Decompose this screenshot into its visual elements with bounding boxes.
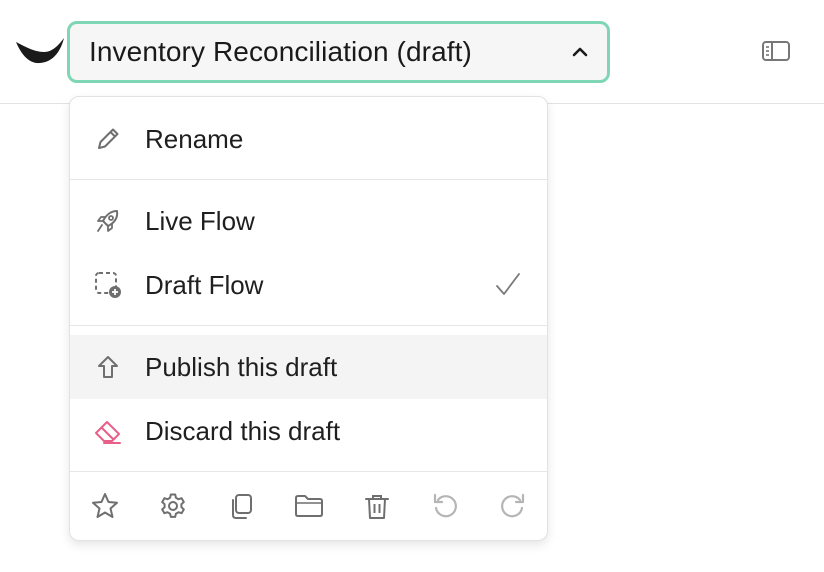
flow-title-dropdown[interactable]: Inventory Reconciliation (draft) [67,21,610,83]
menu-item-draft-flow[interactable]: Draft Flow [70,253,547,317]
menu-item-label: Discard this draft [145,415,341,446]
menu-toolbar [70,472,547,540]
undo-icon [433,493,457,518]
menu-item-label: Publish this draft [145,351,338,382]
move-to-folder-button[interactable] [289,486,329,526]
menu-item-discard-draft[interactable]: Discard this draft [70,399,547,463]
redo-icon [501,493,525,518]
copy-icon [232,494,252,519]
arrow-up-icon [92,351,124,383]
trash-icon [365,495,389,519]
menu-item-label: Live Flow [145,205,255,236]
menu-divider [70,325,547,326]
draft-add-icon [92,269,124,301]
menu-item-label: Rename [145,123,244,154]
eraser-icon [92,415,124,447]
duplicate-button[interactable] [221,486,261,526]
flow-title: Inventory Reconciliation (draft) [89,36,472,67]
flow-menu-dropdown: Rename Live Flow Draft Flow Publish this… [69,96,548,541]
delete-button[interactable] [357,486,397,526]
gear-icon [161,493,185,518]
folder-icon [295,495,323,517]
menu-divider [70,179,547,180]
undo-button[interactable] [425,486,465,526]
logo-icon [16,38,64,64]
menu-item-live-flow[interactable]: Live Flow [70,189,547,253]
pencil-icon [92,123,124,155]
redo-button[interactable] [493,486,533,526]
settings-button[interactable] [153,486,193,526]
menu-item-publish-draft[interactable]: Publish this draft [70,335,547,399]
menu-item-rename[interactable]: Rename [70,107,547,171]
sidebar-toggle-icon[interactable] [760,38,792,64]
chevron-up-icon [572,47,588,57]
check-icon [496,273,520,295]
rocket-icon [92,205,124,237]
top-bar: Inventory Reconciliation (draft) [0,0,824,104]
menu-item-label: Draft Flow [145,269,264,300]
star-icon [92,493,118,518]
favorite-button[interactable] [85,486,125,526]
